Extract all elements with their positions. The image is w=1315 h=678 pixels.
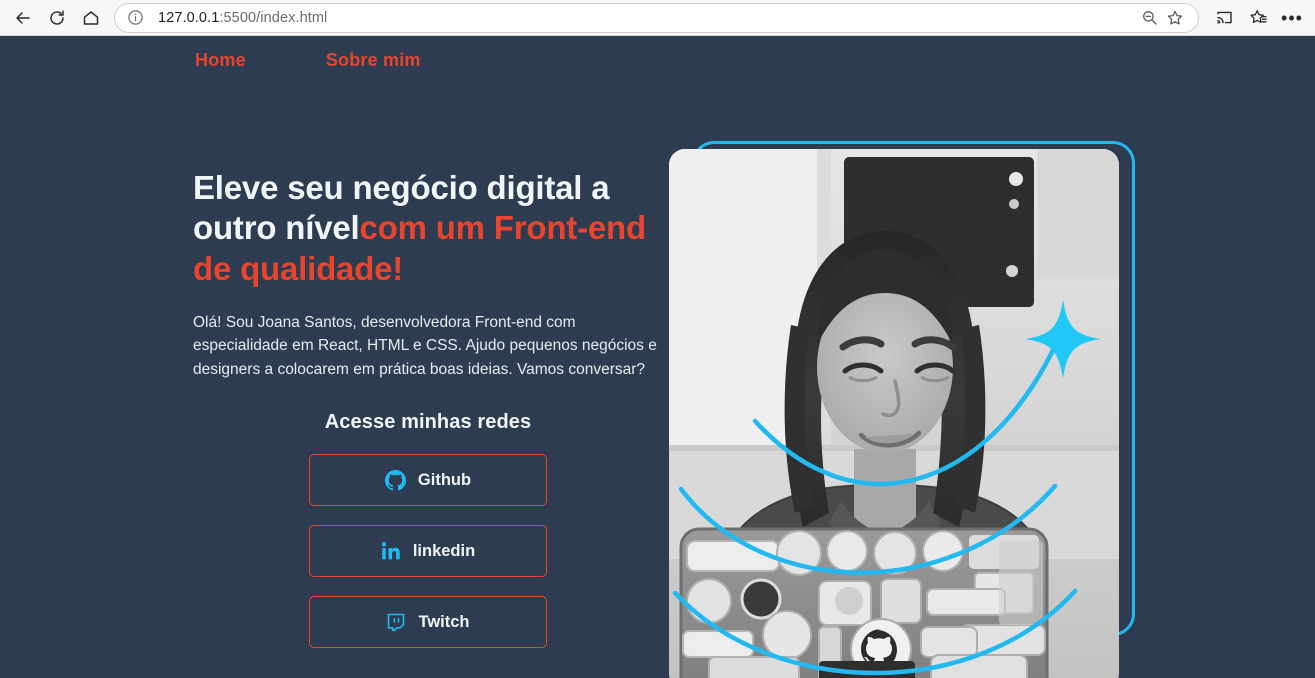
hero-visual xyxy=(655,131,1155,678)
browser-toolbar: 127.0.0.1:5500/index.html ••• xyxy=(0,0,1315,36)
url-host: 127.0.0.1 xyxy=(158,9,220,26)
star-icon[interactable] xyxy=(1162,5,1188,31)
collections-star-icon[interactable] xyxy=(1241,1,1275,35)
github-button[interactable]: Github xyxy=(309,454,547,507)
reload-icon[interactable] xyxy=(40,1,74,35)
home-icon[interactable] xyxy=(74,1,108,35)
browser-actions: ••• xyxy=(1207,1,1315,35)
social-section-title: Acesse minhas redes xyxy=(324,411,532,434)
page-title: Eleve seu negócio digital a outro nívelc… xyxy=(193,168,661,289)
address-bar[interactable]: 127.0.0.1:5500/index.html xyxy=(114,2,1199,33)
hero-paragraph: Olá! Sou Joana Santos, desenvolvedora Fr… xyxy=(193,313,657,378)
woman-at-laptop-photo xyxy=(669,149,1119,678)
linkedin-icon xyxy=(381,541,401,561)
social-button-list: Github linkedin Twitch xyxy=(193,454,663,649)
twitch-button-label: Twitch xyxy=(418,612,470,631)
more-options-icon[interactable]: ••• xyxy=(1275,1,1309,35)
twitch-icon xyxy=(386,612,406,632)
hero-text-block: Eleve seu negócio digital a outro nívelc… xyxy=(193,168,663,649)
twitch-button[interactable]: Twitch xyxy=(309,596,547,649)
url-text: 127.0.0.1:5500/index.html xyxy=(158,10,1136,26)
nav-link-home[interactable]: Home xyxy=(195,50,246,71)
linkedin-button[interactable]: linkedin xyxy=(309,525,547,578)
github-button-label: Github xyxy=(417,470,472,489)
page-content: Home Sobre mim Eleve seu negócio digital… xyxy=(0,36,1315,678)
info-circle-icon[interactable] xyxy=(127,9,144,26)
site-navigation: Home Sobre mim xyxy=(195,50,421,71)
zoom-out-icon[interactable] xyxy=(1136,5,1162,31)
linkedin-button-label: linkedin xyxy=(412,541,476,560)
back-arrow-icon[interactable] xyxy=(6,1,40,35)
cast-icon[interactable] xyxy=(1207,1,1241,35)
nav-link-sobre-mim[interactable]: Sobre mim xyxy=(326,50,421,71)
url-path: :5500/index.html xyxy=(219,9,328,26)
github-icon xyxy=(384,469,406,491)
